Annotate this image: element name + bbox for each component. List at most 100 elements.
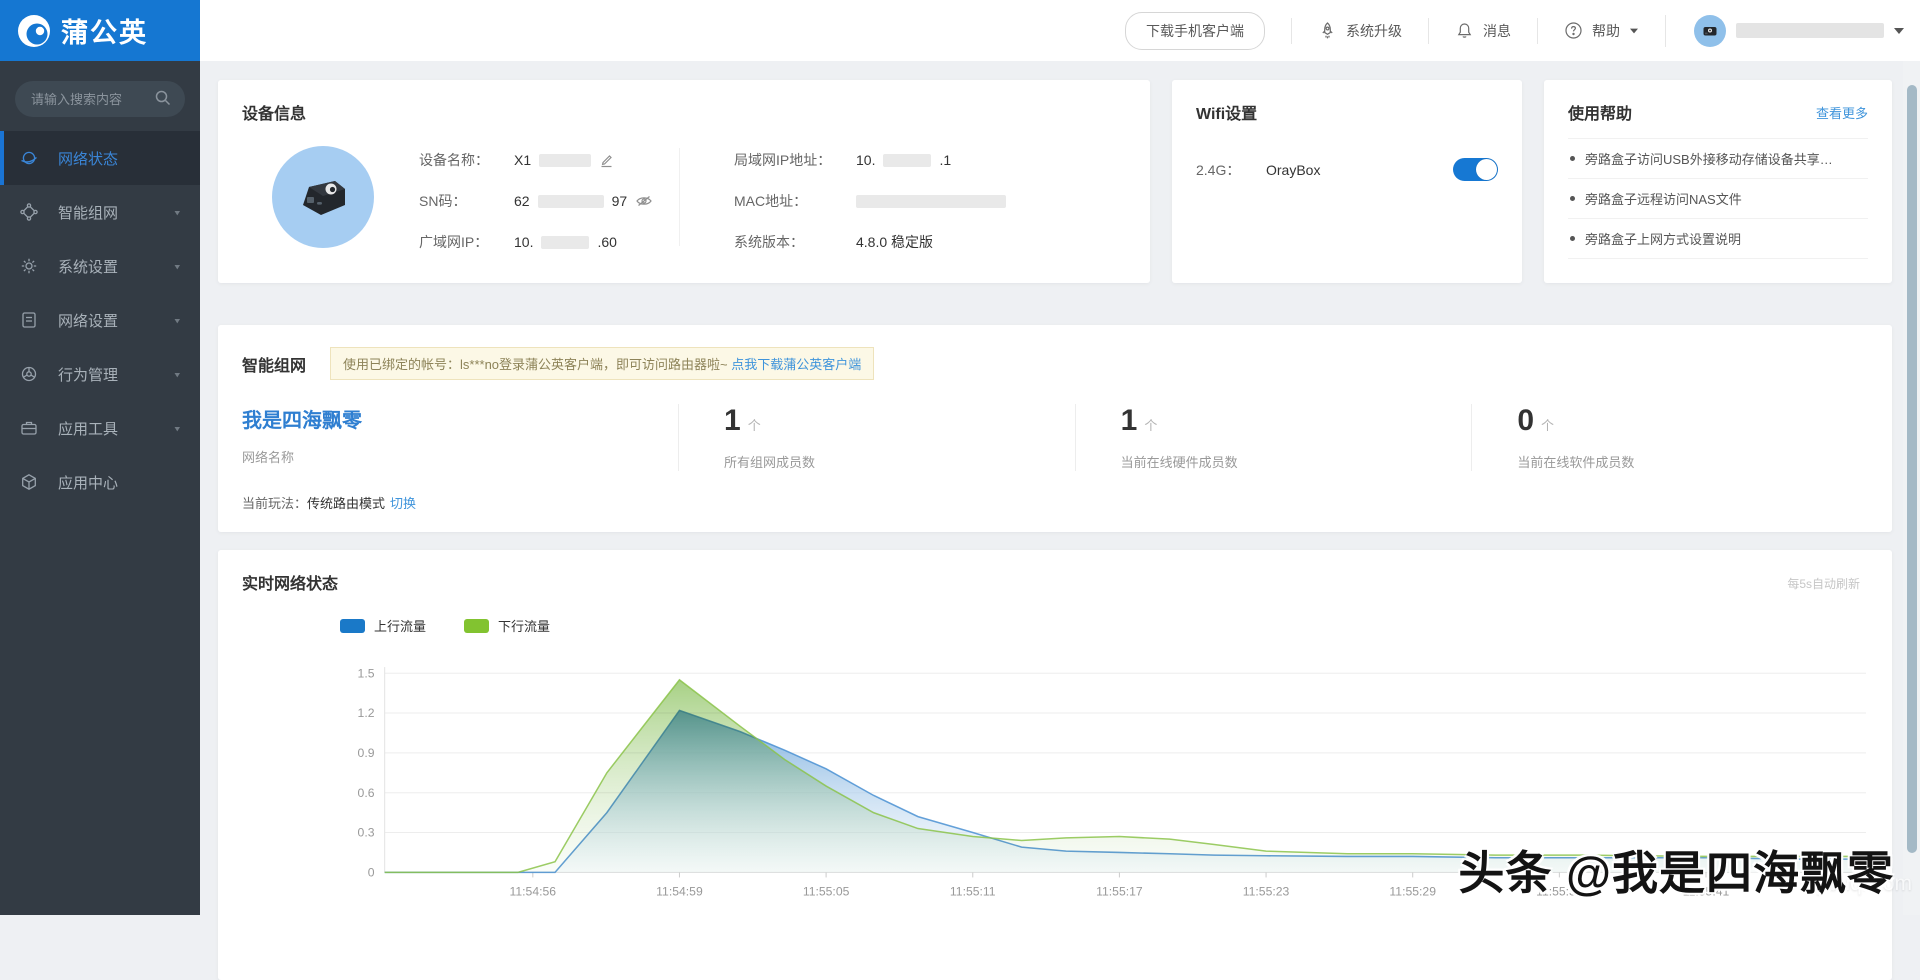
user-menu[interactable] [1694,15,1904,47]
help-list-item[interactable]: 旁路盒子访问USB外接移动存储设备共享… [1568,139,1868,179]
legend-upstream[interactable]: 上行流量 [340,616,426,635]
device-sn-row: SN码： 6297 [419,191,679,211]
caret-down-icon [1894,28,1904,34]
realtime-title: 实时网络状态 [242,576,338,593]
svg-text:0.9: 0.9 [358,746,375,760]
stat-online-software: 0个 当前在线软件成员数 [1471,404,1868,471]
scrollbar-thumb[interactable] [1907,85,1917,853]
network-name-label: 网络名称 [242,447,678,466]
stat-value: 1 [724,404,741,437]
device-lan-value-suffix: .1 [939,152,951,168]
avatar [1694,15,1726,47]
upstream-swatch-icon [340,619,365,633]
device-fields-right: 局域网IP地址： 10..1 MAC地址： 系统版本： 4.8.0 稳定版 [734,142,1006,252]
stat-label: 所有组网成员数 [724,452,1075,471]
sidebar-item-app-center[interactable]: 应用中心 [0,455,200,509]
view-more-link[interactable]: 查看更多 [1816,103,1868,122]
sidebar-item-label: 智能组网 [58,202,174,223]
bind-account-banner: 使用已绑定的帐号：ls***no登录蒲公英客户端，即可访问路由器啦~ 点我下载蒲… [330,347,874,380]
device-sn-value-suffix: 97 [612,193,628,209]
device-wan-label: 广域网IP： [419,232,514,252]
messages-button[interactable]: 消息 [1429,21,1537,41]
sidebar-search [15,81,185,117]
sidebar-item-app-tools[interactable]: 应用工具 ▾ [0,401,200,455]
topbar: 下载手机客户端 系统升级 消息 帮助 [200,0,1920,61]
device-info-title: 设备信息 [242,100,1126,124]
device-sn-value: 62 [514,193,530,209]
device-wan-value: 10. [514,234,533,250]
redacted-text [538,195,604,208]
device-mac-label: MAC地址： [734,191,856,211]
network-status-icon [0,148,58,168]
download-mobile-client-button[interactable]: 下载手机客户端 [1125,12,1265,50]
sidebar-item-system-settings[interactable]: 系统设置 ▾ [0,239,200,293]
refresh-note: 每5s自动刷新 [1787,575,1860,592]
stat-label: 当前在线软件成员数 [1517,452,1868,471]
wifi-band-row: 2.4G： OrayBox [1196,158,1498,181]
question-circle-icon [1564,21,1583,40]
edit-icon[interactable] [599,153,614,168]
legend-label: 上行流量 [374,616,426,635]
search-icon[interactable] [154,89,172,112]
cube-icon [0,472,58,492]
download-client-link[interactable]: 点我下载蒲公英客户端 [731,357,861,372]
caret-down-icon [1630,28,1638,33]
stat-value: 1 [1121,404,1138,437]
sidebar-item-label: 应用工具 [58,418,174,439]
sidebar-item-network-settings[interactable]: 网络设置 ▾ [0,293,200,347]
eye-off-icon[interactable] [635,194,653,208]
wifi-toggle[interactable] [1453,158,1498,181]
help-item-label: 旁路盒子上网方式设置说明 [1585,229,1741,248]
smart-network-card: 智能组网 使用已绑定的帐号：ls***no登录蒲公英客户端，即可访问路由器啦~ … [218,325,1892,532]
smart-network-icon [0,202,58,222]
help-list: 旁路盒子访问USB外接移动存储设备共享… 旁路盒子远程访问NAS文件 旁路盒子上… [1568,138,1868,259]
device-fields-left: 设备名称： X1 SN码： 6297 [419,142,679,252]
svg-text:11:55:29: 11:55:29 [1389,885,1436,899]
redacted-text [541,236,589,249]
brand-logo-icon [16,13,52,49]
system-upgrade-label: 系统升级 [1346,21,1402,41]
svg-text:11:55:11: 11:55:11 [950,885,996,899]
svg-text:1.2: 1.2 [358,706,375,720]
system-upgrade-button[interactable]: 系统升级 [1292,21,1428,41]
device-wan-row: 广域网IP： 10..60 [419,232,679,252]
smart-network-stats: 我是四海飘零 网络名称 1个 所有组网成员数 1个 当前在线硬件成员数 0个 当… [242,404,1868,471]
sidebar-item-network-status[interactable]: 网络状态 [0,131,200,185]
network-name-block: 我是四海飘零 网络名称 [242,404,678,471]
wifi-settings-title: Wifi设置 [1196,100,1498,124]
help-list-item[interactable]: 旁路盒子远程访问NAS文件 [1568,179,1868,219]
device-version-value: 4.8.0 稳定版 [856,232,933,252]
svg-text:11:54:56: 11:54:56 [510,885,557,899]
router-device-image [272,146,374,248]
network-name[interactable]: 我是四海飘零 [242,404,678,433]
device-name-value: X1 [514,152,531,168]
document-icon [0,310,58,330]
device-version-row: 系统版本： 4.8.0 稳定版 [734,232,1006,252]
wifi-ssid: OrayBox [1266,162,1453,178]
help-label: 帮助 [1592,21,1620,41]
brand-logo: 蒲公英 [0,0,200,61]
briefcase-icon [0,418,58,438]
sidebar-item-behavior-management[interactable]: 行为管理 ▾ [0,347,200,401]
redacted-text [539,154,591,167]
chevron-down-icon: ▾ [174,369,180,379]
legend-downstream[interactable]: 下行流量 [464,616,550,635]
device-name-label: 设备名称： [419,150,514,170]
stat-value: 0 [1517,404,1534,437]
sidebar-item-label: 网络设置 [58,310,174,331]
device-mac-row: MAC地址： [734,191,1006,211]
svg-text:11:54:59: 11:54:59 [656,885,703,899]
chevron-down-icon: ▾ [174,315,180,325]
mode-switch-link[interactable]: 切换 [390,496,416,511]
brand-name: 蒲公英 [61,11,148,50]
current-mode-row: 当前玩法：传统路由模式切换 [242,493,1868,512]
redacted-text [856,195,1006,208]
device-name-row: 设备名称： X1 [419,150,679,170]
help-list-item[interactable]: 旁路盒子上网方式设置说明 [1568,219,1868,259]
vertical-divider [679,148,680,246]
sidebar-item-smart-network[interactable]: 智能组网 ▾ [0,185,200,239]
toutiao-watermark: 头条 @我是四海飘零 [1458,837,1894,903]
legend-label: 下行流量 [498,616,550,635]
realtime-network-card: 实时网络状态 每5s自动刷新 上行流量 下行流量 00.30.60.91.21.… [218,550,1892,980]
help-menu-button[interactable]: 帮助 [1538,21,1665,41]
